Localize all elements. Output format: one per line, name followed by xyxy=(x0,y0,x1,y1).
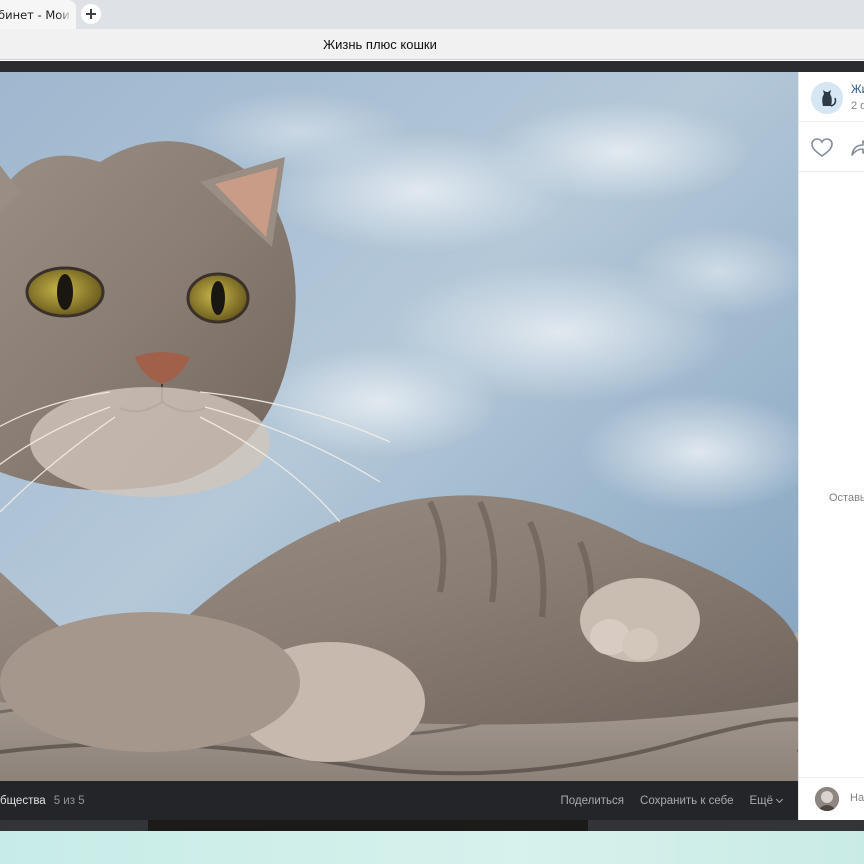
next-photo-preview xyxy=(148,820,588,831)
album-link[interactable]: бщества xyxy=(0,795,46,807)
save-to-me-button[interactable]: Сохранить к себе xyxy=(640,795,733,807)
leave-comment-hint: Оставь xyxy=(829,492,864,504)
comment-input[interactable]: Нап xyxy=(850,792,864,804)
comment-composer: Нап xyxy=(799,777,864,820)
photo-counter: 5 из 5 xyxy=(53,794,85,807)
new-tab-plus-icon[interactable] xyxy=(81,4,101,24)
photo-footer-bar: бщества 5 из 5 Поделиться Сохранить к се… xyxy=(0,781,798,820)
viewer-top-strip xyxy=(0,61,864,72)
reactions-row xyxy=(799,122,864,172)
page-background xyxy=(0,831,864,864)
heart-icon[interactable] xyxy=(811,138,833,158)
community-avatar[interactable] xyxy=(811,82,843,114)
cat-photo-image xyxy=(0,72,798,781)
author-header: Жи 2 ф xyxy=(799,72,864,122)
chevron-down-icon xyxy=(775,795,784,803)
tab-fade xyxy=(58,6,72,23)
user-avatar[interactable] xyxy=(815,787,839,811)
page-title-bar: Жизнь плюс кошки xyxy=(0,29,864,60)
browser-tabbar: бинет - Мои об xyxy=(0,0,864,29)
page-title: Жизнь плюс кошки xyxy=(323,37,437,52)
post-date: 2 ф xyxy=(851,100,864,112)
footer-actions: Поделиться Сохранить к себе Ещё xyxy=(561,781,784,820)
author-name[interactable]: Жи xyxy=(851,84,864,96)
more-menu-button[interactable]: Ещё xyxy=(749,794,784,807)
cat-photo[interactable] xyxy=(0,72,798,781)
photo-sidebar: Жи 2 ф Оставь Нап xyxy=(798,72,864,820)
share-button[interactable]: Поделиться xyxy=(561,795,625,807)
user-avatar-image xyxy=(815,787,839,811)
share-icon[interactable] xyxy=(851,138,864,158)
browser-tab[interactable]: бинет - Мои об xyxy=(0,0,76,29)
cat-logo-icon xyxy=(811,82,843,114)
more-label: Ещё xyxy=(749,794,773,807)
